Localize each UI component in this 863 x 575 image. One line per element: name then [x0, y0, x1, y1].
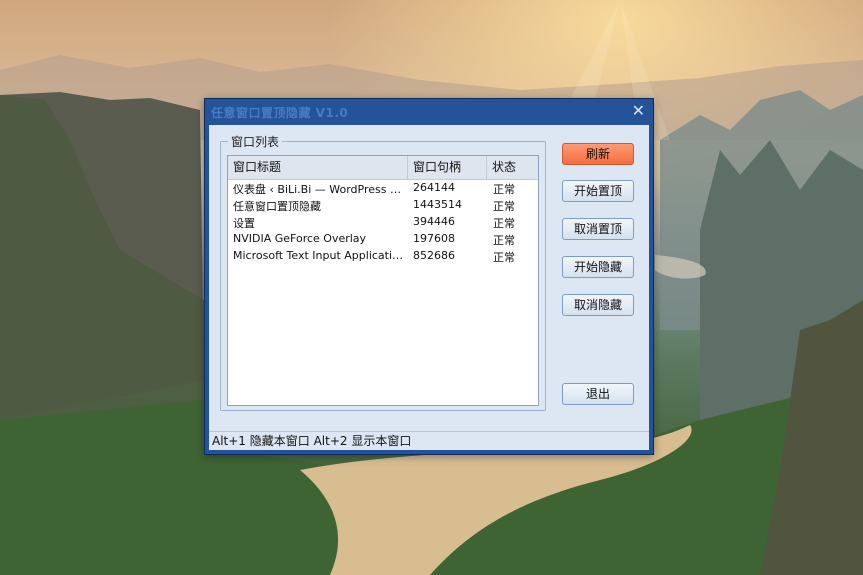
row-handle: 394446	[413, 215, 455, 228]
list-row[interactable]: 任意窗口置顶隐藏 1443514 正常	[228, 197, 538, 214]
row-title: 设置	[233, 217, 255, 230]
column-header-title[interactable]: 窗口标题	[228, 156, 408, 179]
row-title: NVIDIA GeForce Overlay	[233, 232, 367, 245]
window-list-group: 窗口列表 窗口标题 窗口句柄 状态 仪表盘 ‹ BiLi.Bi — WordPr…	[220, 133, 546, 411]
list-row[interactable]: 设置 394446 正常	[228, 214, 538, 231]
list-row[interactable]: Microsoft Text Input Application 852686 …	[228, 248, 538, 265]
close-icon[interactable]: ✕	[632, 101, 645, 121]
list-row[interactable]: 仪表盘 ‹ BiLi.Bi — WordPress 和… 264144 正常	[228, 180, 538, 197]
row-status: 正常	[493, 217, 515, 230]
list-rows: 仪表盘 ‹ BiLi.Bi — WordPress 和… 264144 正常 任…	[228, 180, 538, 265]
row-handle: 197608	[413, 232, 455, 245]
cancel-topmost-button[interactable]: 取消置顶	[562, 218, 634, 240]
app-window: 任意窗口置顶隐藏 V1.0 ✕ 窗口列表 窗口标题 窗口句柄 状态 仪表盘 ‹ …	[204, 98, 654, 455]
list-row[interactable]: NVIDIA GeForce Overlay 197608 正常	[228, 231, 538, 248]
row-status: 正常	[493, 183, 515, 196]
row-title: 仪表盘 ‹ BiLi.Bi — WordPress 和…	[233, 183, 405, 196]
row-status: 正常	[493, 251, 515, 264]
cancel-hide-button[interactable]: 取消隐藏	[562, 294, 634, 316]
title-bar[interactable]: 任意窗口置顶隐藏 V1.0 ✕	[205, 99, 653, 124]
column-header-handle[interactable]: 窗口句柄	[408, 156, 487, 179]
row-handle: 264144	[413, 181, 455, 194]
list-header: 窗口标题 窗口句柄 状态	[228, 156, 538, 180]
group-label: 窗口列表	[228, 133, 283, 150]
window-list-view[interactable]: 窗口标题 窗口句柄 状态 仪表盘 ‹ BiLi.Bi — WordPress 和…	[227, 155, 539, 406]
window-title: 任意窗口置顶隐藏 V1.0	[211, 106, 349, 120]
start-topmost-button[interactable]: 开始置顶	[562, 180, 634, 202]
row-handle: 1443514	[413, 198, 462, 211]
row-title: 任意窗口置顶隐藏	[233, 200, 321, 213]
window-client-area: 窗口列表 窗口标题 窗口句柄 状态 仪表盘 ‹ BiLi.Bi — WordPr…	[209, 125, 649, 450]
start-hide-button[interactable]: 开始隐藏	[562, 256, 634, 278]
row-status: 正常	[493, 234, 515, 247]
column-header-status[interactable]: 状态	[487, 156, 538, 179]
refresh-button[interactable]: 刷新	[562, 143, 634, 165]
row-handle: 852686	[413, 249, 455, 262]
exit-button[interactable]: 退出	[562, 383, 634, 405]
row-status: 正常	[493, 200, 515, 213]
row-title: Microsoft Text Input Application	[233, 249, 405, 262]
status-bar: Alt+1 隐藏本窗口 Alt+2 显示本窗口	[209, 431, 649, 450]
